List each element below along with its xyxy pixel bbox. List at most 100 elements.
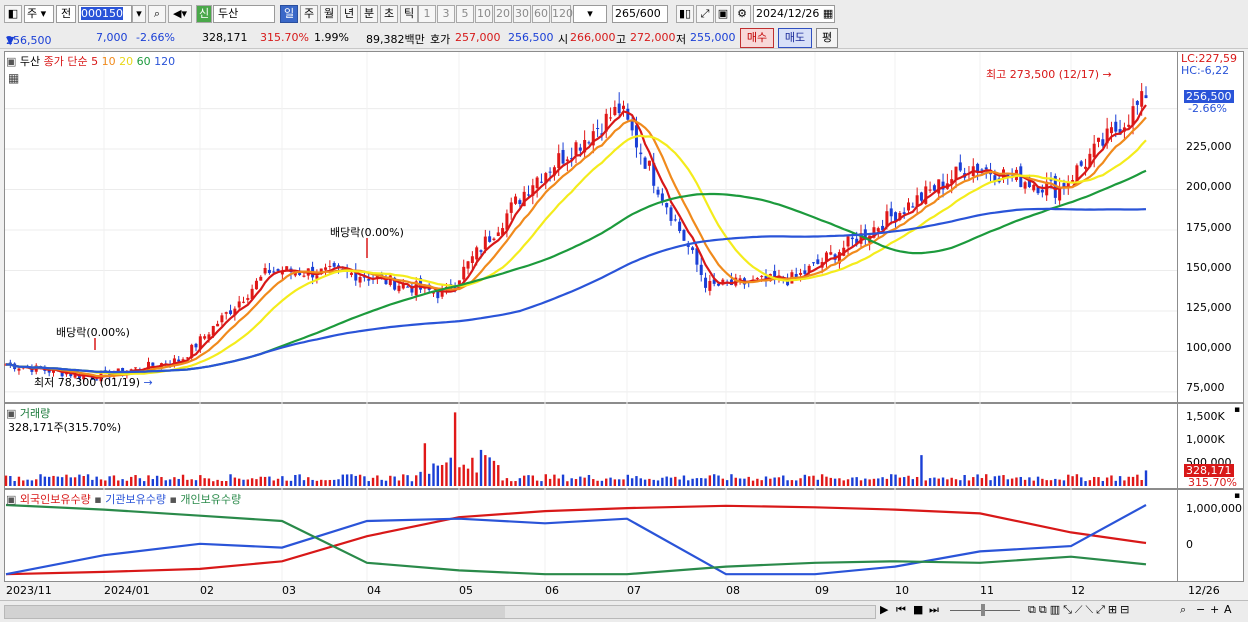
- volume-bar: [315, 480, 319, 486]
- volume-bar: [397, 480, 401, 486]
- volume-bar: [954, 479, 958, 486]
- volume-bar: [518, 478, 522, 486]
- ma10-label[interactable]: 10: [102, 55, 116, 68]
- candle-body: [578, 147, 582, 151]
- zoom-out-icon[interactable]: −: [1196, 603, 1205, 616]
- volume-bar: [1049, 480, 1053, 486]
- scrollbar-thumb[interactable]: [5, 606, 505, 618]
- horizontal-scrollbar[interactable]: [4, 605, 876, 619]
- volume-bar: [324, 480, 327, 486]
- volume-bar: [769, 478, 772, 486]
- ma20-label[interactable]: 20: [119, 55, 133, 68]
- volume-bar: [471, 457, 474, 486]
- volume-bar: [155, 475, 159, 486]
- candle-body: [656, 189, 660, 195]
- volume-bar: [583, 477, 586, 486]
- zoom-slider[interactable]: [950, 610, 1020, 611]
- volume-bar: [548, 478, 552, 486]
- volume-bar: [1019, 476, 1022, 486]
- volume-bar: [613, 479, 617, 486]
- candle-body: [803, 270, 807, 274]
- candle-body: [932, 185, 936, 191]
- institution-holdings-label[interactable]: 기관보유수량: [105, 493, 166, 506]
- candle-body: [237, 301, 241, 308]
- zoom-icon[interactable]: ⌕: [1180, 603, 1186, 617]
- volume-bar: [1110, 475, 1113, 486]
- ma5-label[interactable]: 5: [91, 55, 98, 68]
- scroll-right-icon[interactable]: ▶: [880, 603, 888, 616]
- zoom-in-icon[interactable]: +: [1210, 603, 1219, 616]
- volume-bar: [1067, 474, 1070, 486]
- volume-bar: [117, 480, 120, 486]
- chart-grid-icon[interactable]: ▦: [8, 71, 19, 85]
- volume-bar: [263, 476, 267, 486]
- volume-bar: [846, 479, 850, 486]
- volume-bar: [298, 474, 301, 486]
- candle-body: [151, 362, 155, 366]
- volume-bar: [626, 474, 630, 486]
- individual-holdings-label[interactable]: 개인보유수량: [180, 493, 241, 506]
- volume-bar: [505, 478, 509, 486]
- volume-bar: [26, 479, 29, 486]
- candle-body: [682, 230, 686, 241]
- candle-body: [457, 280, 461, 285]
- candle-body: [539, 181, 543, 183]
- x-label-12: 12: [1071, 584, 1085, 597]
- volume-bar: [99, 479, 103, 486]
- foreign-holdings-label[interactable]: 외국인보유수량: [20, 493, 91, 506]
- high-annotation: 최고 273,500 (12/17) →: [986, 68, 1112, 81]
- candle-body: [919, 192, 923, 201]
- volume-bar: [168, 479, 172, 486]
- volume-bar: [73, 477, 77, 486]
- volume-bar: [630, 478, 634, 486]
- volume-bar: [989, 480, 992, 486]
- candle-body: [397, 285, 401, 292]
- x-label-2023-11: 2023/11: [6, 584, 52, 597]
- zoom-slider-handle[interactable]: [981, 604, 985, 616]
- volume-close-icon[interactable]: ▪: [1234, 405, 1240, 415]
- volume-bar: [738, 478, 742, 486]
- volume-bar: [592, 479, 595, 486]
- holdings-legend: ▣ 외국인보유수량 ▪ 기관보유수량 ▪ 개인보유수량: [6, 493, 242, 506]
- volume-bar: [475, 472, 478, 486]
- candle-body: [708, 281, 712, 291]
- volume-bar: [514, 481, 517, 486]
- volume-bar: [268, 476, 271, 486]
- y-tick-150000: 150,000: [1186, 261, 1232, 274]
- rewind-icon[interactable]: ⏮: [896, 603, 906, 617]
- volume-bar: [1002, 475, 1005, 486]
- volume-bar: [104, 480, 107, 486]
- ma120-label[interactable]: 120: [154, 55, 175, 68]
- volume-bar: [393, 476, 396, 486]
- volume-bar: [302, 480, 306, 486]
- volume-bar: [78, 474, 81, 486]
- bottom-bar: ▶ ⏮ ■ ⏭ ⧉⧉▥⤡⟋⟍⤢⊞⊟ ⌕ − + A: [0, 600, 1248, 622]
- volume-bar: [652, 479, 655, 486]
- candle-body: [889, 208, 893, 217]
- volume-bar: [95, 476, 98, 486]
- candle-body: [816, 259, 820, 264]
- y-tick-125000: 125,000: [1186, 301, 1232, 314]
- volume-bar: [65, 474, 68, 486]
- candle-body: [660, 193, 664, 201]
- volume-bar: [9, 476, 12, 486]
- candle-body: [535, 177, 539, 189]
- volume-bar: [712, 474, 716, 486]
- candle-body: [829, 252, 833, 255]
- volume-bar: [212, 481, 215, 486]
- ma60-label[interactable]: 60: [137, 55, 151, 68]
- volume-bar: [229, 474, 232, 486]
- volume-bar: [440, 464, 444, 486]
- volume-bar: [488, 457, 491, 486]
- fast-forward-icon[interactable]: ⏭: [929, 603, 939, 617]
- holdings-close-icon[interactable]: ▪: [1234, 491, 1240, 501]
- y-tick-200000: 200,000: [1186, 180, 1232, 193]
- volume-bar: [220, 480, 224, 486]
- stop-icon[interactable]: ■: [913, 603, 923, 616]
- volume-bar: [147, 475, 150, 486]
- drawing-tools-icon[interactable]: ⧉⧉▥⤡⟋⟍⤢⊞⊟: [1028, 603, 1132, 617]
- text-size-icon[interactable]: A: [1224, 603, 1232, 616]
- x-label-07: 07: [627, 584, 641, 597]
- volume-bar: [436, 465, 440, 486]
- candle-body: [907, 202, 910, 211]
